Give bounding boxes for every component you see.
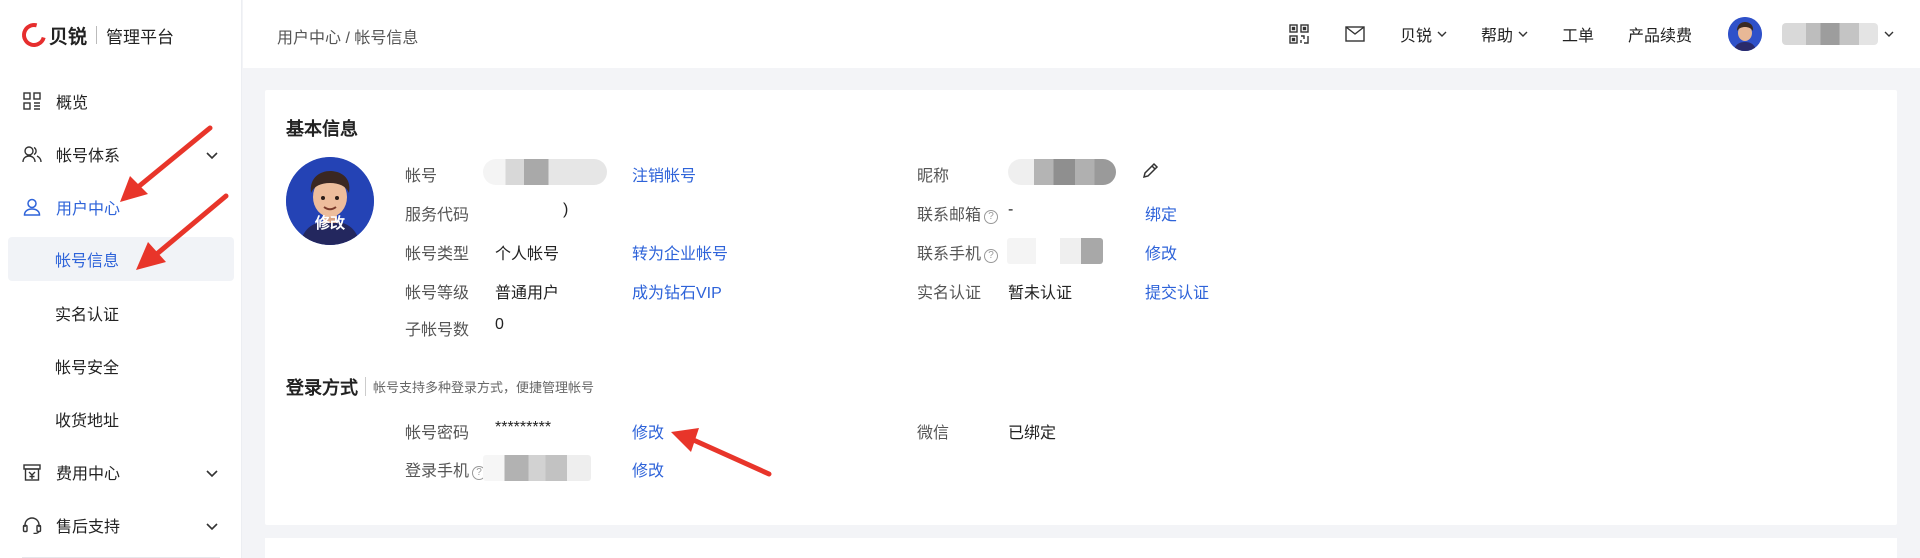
header-actions: 贝锐 帮助 工单 产品续费	[1254, 17, 1894, 51]
grid-icon	[22, 91, 42, 111]
sidebar: 贝锐 管理平台 概览 帐号体系 用户中心 帐号信息 实名认证 帐号安全 收货地址…	[0, 0, 242, 558]
wechat-label: 微信	[917, 425, 950, 442]
breadcrumb: 用户中心 / 帐号信息	[277, 30, 419, 47]
sidebar-item-label: 帐号安全	[55, 359, 120, 377]
login-phone-label: 登录手机?	[405, 457, 487, 481]
email-value: -	[1008, 201, 1014, 218]
phone-label-text: 联系手机	[917, 246, 982, 263]
sidebar-item-label: 收货地址	[55, 412, 120, 430]
divider	[96, 26, 98, 44]
avatar-edit-label: 修改	[314, 215, 345, 232]
mail-icon[interactable]	[1344, 23, 1366, 45]
chevron-down-icon	[206, 518, 218, 536]
deactivate-account-link[interactable]: 注销帐号	[632, 162, 696, 186]
profile-avatar[interactable]: 修改	[286, 157, 374, 245]
brand-logo[interactable]: 贝锐 管理平台	[17, 18, 175, 52]
account-type-label: 帐号类型	[405, 246, 470, 263]
qrcode-icon[interactable]	[1288, 23, 1310, 45]
user-icon	[22, 197, 42, 217]
brand-menu-label: 贝锐	[1399, 28, 1432, 45]
sidebar-item-shipping-address[interactable]: 收货地址	[0, 392, 242, 445]
sub-accounts-value: 0	[495, 316, 504, 333]
realname-label: 实名认证	[917, 285, 982, 302]
login-phone-label-text: 登录手机	[405, 463, 470, 480]
phone-label: 联系手机?	[917, 240, 999, 264]
login-phone-value	[483, 455, 591, 481]
chevron-down-icon	[1884, 25, 1894, 43]
sidebar-item-label: 帐号体系	[56, 147, 121, 165]
help-icon[interactable]: ?	[984, 210, 999, 224]
sidebar-item-account-info[interactable]: 帐号信息	[8, 237, 234, 281]
nickname-value	[1008, 159, 1116, 185]
wechat-value: 已绑定	[1008, 425, 1057, 442]
edit-login-phone-link[interactable]: 修改	[632, 457, 664, 481]
edit-password-link[interactable]: 修改	[632, 419, 664, 443]
account-label: 帐号	[405, 168, 438, 185]
account-value	[483, 159, 607, 185]
help-menu-label: 帮助	[1480, 28, 1513, 45]
account-level-label: 帐号等级	[405, 285, 470, 302]
sidebar-item-label: 实名认证	[55, 306, 120, 324]
become-vip-link[interactable]: 成为钻石VIP	[632, 279, 722, 303]
service-code-label: 服务代码	[405, 207, 470, 224]
sidebar-item-user-center[interactable]: 用户中心	[0, 180, 242, 233]
convert-enterprise-link[interactable]: 转为企业帐号	[632, 240, 728, 264]
email-label: 联系邮箱?	[917, 201, 999, 225]
pencil-icon[interactable]	[1141, 160, 1161, 185]
users-icon	[22, 144, 42, 164]
account-info-card: 基本信息 修改 帐号 注销帐号 服务代码 ) 帐号类型 个人帐号 转为企业帐号 …	[265, 90, 1897, 525]
chevron-down-icon	[1518, 25, 1528, 43]
chevron-down-icon	[206, 147, 218, 165]
chevron-down-icon	[206, 465, 218, 483]
chevron-down-icon	[1437, 25, 1447, 43]
password-label: 帐号密码	[405, 425, 470, 442]
sidebar-item-support[interactable]: 售后支持	[0, 498, 242, 551]
help-menu[interactable]: 帮助	[1481, 22, 1528, 46]
sidebar-item-label: 售后支持	[56, 518, 121, 536]
brand-menu[interactable]: 贝锐	[1400, 22, 1447, 46]
brand-subtitle: 管理平台	[106, 27, 175, 47]
submit-verification-link[interactable]: 提交认证	[1145, 279, 1209, 303]
top-header: 用户中心 / 帐号信息 贝锐 帮助 工单 产品续费	[243, 0, 1920, 68]
email-label-text: 联系邮箱	[917, 207, 982, 224]
account-type-value: 个人帐号	[495, 246, 560, 263]
nickname-label: 昵称	[917, 168, 950, 185]
ticket-link[interactable]: 工单	[1562, 22, 1594, 46]
password-value: *********	[495, 419, 552, 436]
basic-info-title: 基本信息	[286, 119, 358, 139]
sidebar-item-realname[interactable]: 实名认证	[0, 286, 242, 339]
sidebar-nav: 概览 帐号体系 用户中心 帐号信息 实名认证 帐号安全 收货地址 费用中心 售后…	[0, 74, 242, 551]
avatar[interactable]	[1728, 17, 1762, 51]
sidebar-item-overview[interactable]: 概览	[0, 74, 242, 127]
renew-link[interactable]: 产品续费	[1628, 22, 1692, 46]
sidebar-item-billing[interactable]: 费用中心	[0, 445, 242, 498]
login-methods-note: 帐号支持多种登录方式，便捷管理帐号	[365, 377, 594, 396]
sidebar-item-label: 费用中心	[56, 465, 121, 483]
sidebar-item-label: 帐号信息	[55, 253, 120, 270]
phone-value	[1007, 238, 1103, 264]
account-level-value: 普通用户	[495, 285, 560, 302]
help-icon[interactable]: ?	[984, 249, 999, 263]
sidebar-item-account-system[interactable]: 帐号体系	[0, 127, 242, 180]
brand-name: 贝锐	[49, 26, 88, 48]
sidebar-item-label: 概览	[56, 94, 89, 112]
bind-email-link[interactable]: 绑定	[1145, 201, 1177, 225]
headset-icon	[22, 515, 42, 535]
service-code-value: )	[563, 201, 569, 218]
billing-icon	[22, 462, 42, 482]
realname-value: 暂未认证	[1008, 285, 1073, 302]
edit-phone-link[interactable]: 修改	[1145, 240, 1177, 264]
brand-logo-icon	[17, 18, 51, 52]
sidebar-item-label: 用户中心	[56, 200, 121, 218]
secondary-card	[265, 538, 1897, 558]
login-methods-title: 登录方式	[286, 378, 358, 398]
sidebar-item-account-security[interactable]: 帐号安全	[0, 339, 242, 392]
sub-accounts-label: 子帐号数	[405, 322, 470, 339]
username[interactable]	[1782, 23, 1878, 45]
